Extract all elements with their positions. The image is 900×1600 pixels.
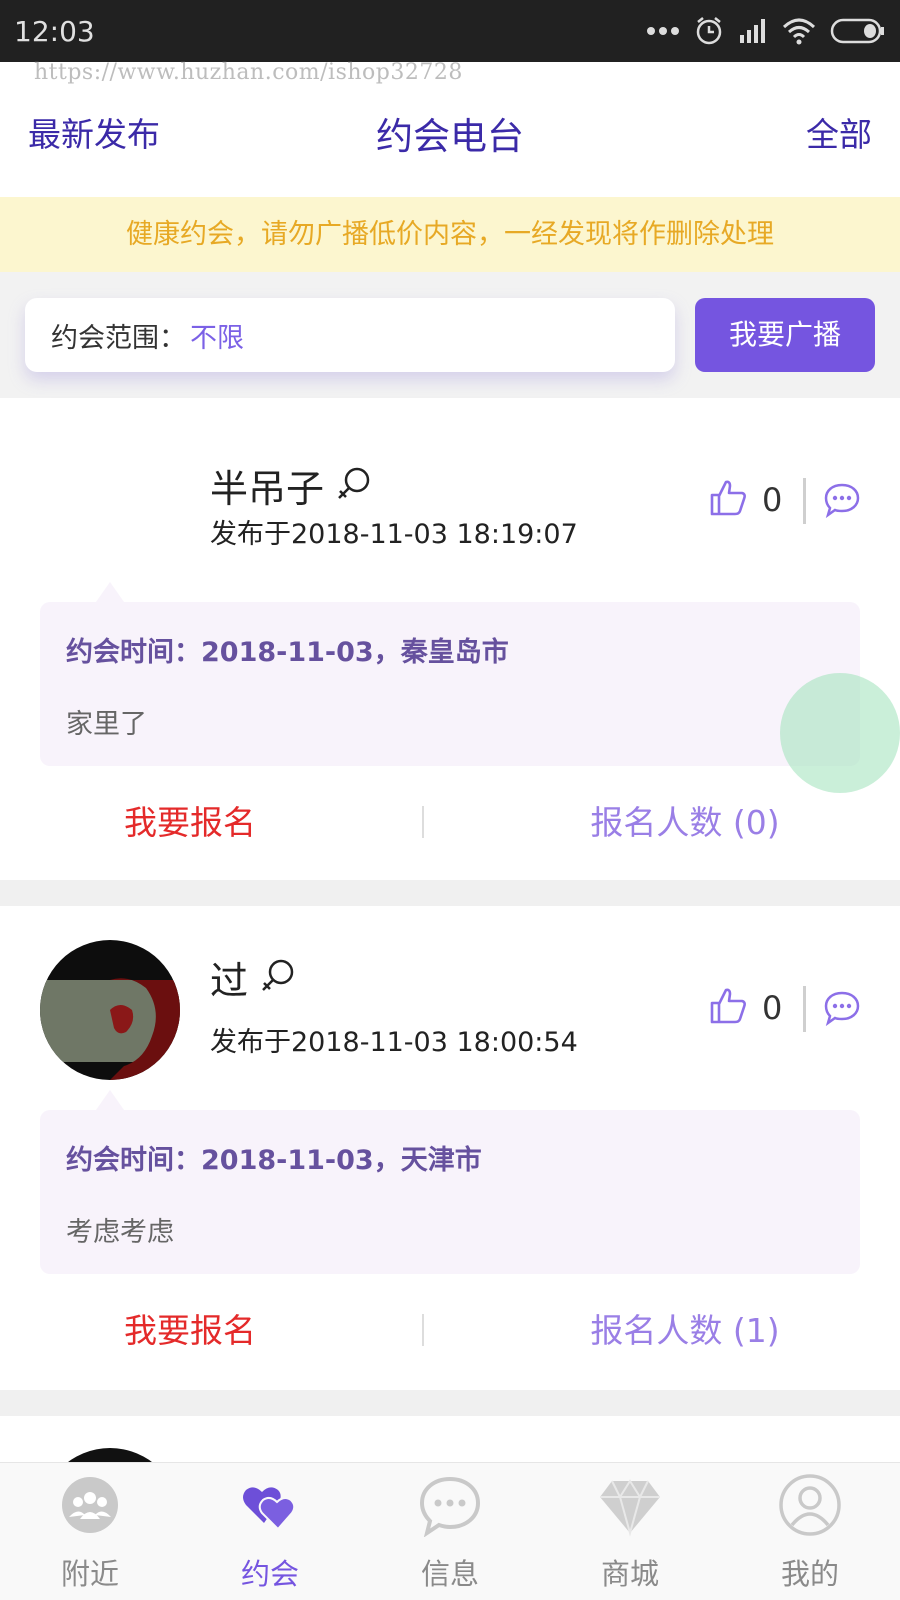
profile-icon bbox=[778, 1473, 842, 1537]
post-actions: 我要报名 报名人数 (0) bbox=[0, 784, 900, 854]
like-count: 0 bbox=[762, 989, 783, 1027]
tab-label: 商城 bbox=[600, 1557, 659, 1591]
tab-shop[interactable]: 商城 bbox=[540, 1463, 720, 1600]
tab-profile[interactable]: 我的 bbox=[720, 1463, 900, 1600]
tab-label: 信息 bbox=[420, 1557, 479, 1591]
comment-icon[interactable] bbox=[823, 482, 861, 522]
post-content: 考虑考虑 bbox=[66, 1217, 174, 1248]
post-time: 发布于2018-11-03 18:19:07 bbox=[210, 519, 578, 550]
signup-button[interactable]: 我要报名 bbox=[0, 1304, 380, 1352]
tab-nearby[interactable]: 附近 bbox=[0, 1463, 180, 1600]
range-label: 约会范围： bbox=[51, 322, 186, 354]
app-screen: 12:03 https://www.huzhan.com/ishop32728 … bbox=[0, 0, 900, 1600]
section-gap bbox=[0, 1390, 900, 1416]
divider bbox=[422, 806, 424, 838]
divider bbox=[803, 986, 806, 1032]
post-card: 过 发布于2018-11-03 18:00:54 0 约会时间：2018-11-… bbox=[0, 906, 900, 1390]
post-actions: 我要报名 报名人数 (1) bbox=[0, 1292, 900, 1362]
post-content: 家里了 bbox=[66, 709, 147, 740]
signup-count[interactable]: 报名人数 (1) bbox=[470, 1304, 900, 1352]
thumbs-up-icon bbox=[708, 478, 748, 522]
floating-assist-button[interactable] bbox=[780, 673, 900, 793]
tab-dating[interactable]: 约会 bbox=[180, 1463, 360, 1600]
thumbs-up-icon bbox=[708, 986, 748, 1030]
alarm-icon bbox=[694, 16, 724, 46]
wifi-icon bbox=[782, 17, 816, 45]
avatar[interactable] bbox=[40, 940, 180, 1080]
date-info-box: 约会时间：2018-11-03，天津市 考虑考虑 bbox=[40, 1110, 860, 1274]
like-count: 0 bbox=[762, 481, 783, 519]
post-author-row: 半吊子 bbox=[210, 458, 374, 513]
bottom-tab-bar: 附近 约会 信息 商城 我的 bbox=[0, 1462, 900, 1600]
author-name[interactable]: 半吊子 bbox=[210, 458, 324, 513]
filter-bar: 约会范围： 不限 我要广播 bbox=[0, 272, 900, 398]
meet-time: 约会时间：2018-11-03，天津市 bbox=[66, 1145, 482, 1176]
system-icons bbox=[646, 16, 886, 46]
section-gap bbox=[0, 880, 900, 906]
post-author-row: 过 bbox=[210, 950, 298, 1005]
like-button[interactable]: 0 bbox=[708, 986, 782, 1030]
female-icon bbox=[334, 464, 374, 508]
bubble-pointer bbox=[96, 1090, 124, 1110]
battery-icon bbox=[830, 17, 886, 45]
notice-banner: 健康约会，请勿广播低价内容，一经发现将作删除处理 bbox=[0, 197, 900, 272]
signal-icon bbox=[738, 17, 768, 45]
female-icon bbox=[258, 956, 298, 1000]
divider bbox=[803, 478, 806, 524]
meet-time: 约会时间：2018-11-03，秦皇岛市 bbox=[66, 637, 509, 668]
tab-label: 约会 bbox=[240, 1557, 299, 1591]
broadcast-button[interactable]: 我要广播 bbox=[695, 298, 875, 372]
tab-label: 我的 bbox=[780, 1557, 839, 1591]
signup-button[interactable]: 我要报名 bbox=[0, 796, 380, 844]
post-card: 半吊子 发布于2018-11-03 18:19:07 0 约会时间：2018-1… bbox=[0, 398, 900, 880]
like-button[interactable]: 0 bbox=[708, 478, 782, 522]
diamond-icon bbox=[598, 1473, 662, 1537]
page-title: 约会电台 bbox=[376, 115, 524, 158]
status-bar: 12:03 bbox=[0, 0, 900, 62]
tab-messages[interactable]: 信息 bbox=[360, 1463, 540, 1600]
watermark-url: https://www.huzhan.com/ishop32728 bbox=[34, 60, 463, 85]
bubble-pointer bbox=[96, 582, 124, 602]
nav-header: 最新发布 约会电台 全部 bbox=[0, 90, 900, 166]
all-filter-button[interactable]: 全部 bbox=[806, 108, 872, 156]
comment-icon[interactable] bbox=[823, 990, 861, 1030]
signup-count[interactable]: 报名人数 (0) bbox=[470, 796, 900, 844]
clock: 12:03 bbox=[14, 14, 95, 48]
nearby-icon bbox=[58, 1473, 122, 1537]
range-value: 不限 bbox=[190, 322, 244, 354]
dots-icon bbox=[646, 26, 680, 36]
author-name[interactable]: 过 bbox=[210, 950, 248, 1005]
message-icon bbox=[418, 1473, 482, 1538]
date-hearts-icon bbox=[238, 1473, 302, 1537]
date-info-box: 约会时间：2018-11-03，秦皇岛市 家里了 bbox=[40, 602, 860, 766]
post-time: 发布于2018-11-03 18:00:54 bbox=[210, 1027, 578, 1058]
tab-label: 附近 bbox=[60, 1557, 119, 1591]
date-range-selector[interactable]: 约会范围： 不限 bbox=[25, 298, 675, 372]
divider bbox=[422, 1314, 424, 1346]
